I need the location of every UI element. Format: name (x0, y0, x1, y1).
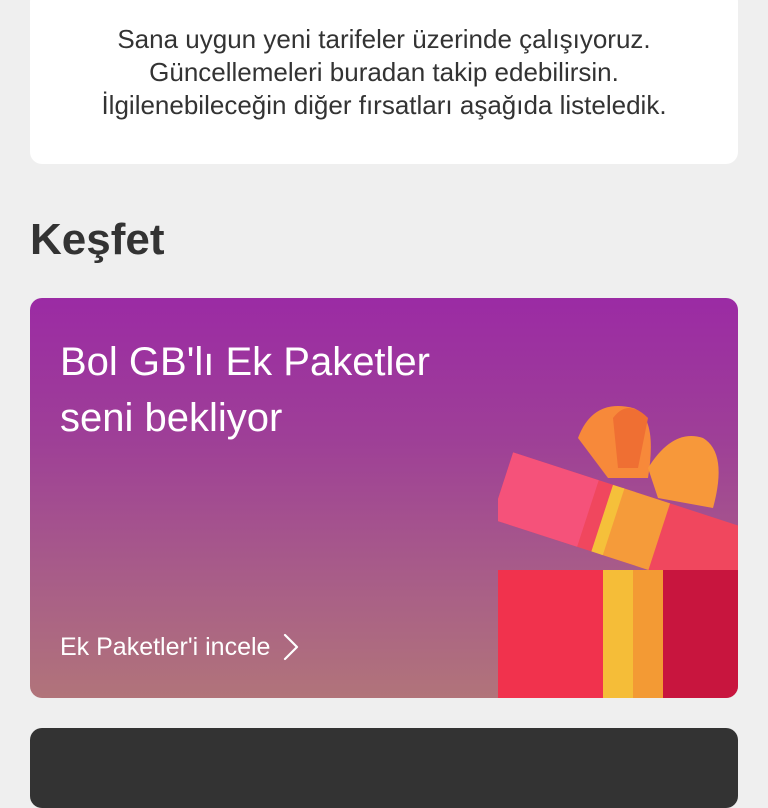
promo-card-extra-packages[interactable]: Bol GB'lı Ek Paketler seni bekliyor Ek P… (30, 298, 738, 698)
info-text-line-1: Sana uygun yeni tarifeler üzerinde çalış… (117, 24, 651, 54)
promo-link-label: Ek Paketler'i incele (60, 633, 271, 661)
promo-title: Bol GB'lı Ek Paketler seni bekliyor (60, 334, 430, 446)
promo-title-line-2: seni bekliyor (60, 396, 283, 440)
chevron-right-icon (284, 633, 299, 661)
promo-title-line-1: Bol GB'lı Ek Paketler (60, 340, 430, 384)
dark-promo-card[interactable] (30, 728, 738, 808)
info-card: Sana uygun yeni tarifeler üzerinde çalış… (30, 0, 738, 164)
gift-box-icon (498, 406, 738, 698)
promo-link-extra-packages[interactable]: Ek Paketler'i incele (60, 630, 302, 664)
info-text-line-2: Güncellemeleri buradan takip edebilirsin… (149, 57, 619, 87)
info-text-line-3: İlgilenebileceğin diğer fırsatları aşağı… (101, 90, 667, 120)
section-title: Keşfet (30, 215, 165, 264)
